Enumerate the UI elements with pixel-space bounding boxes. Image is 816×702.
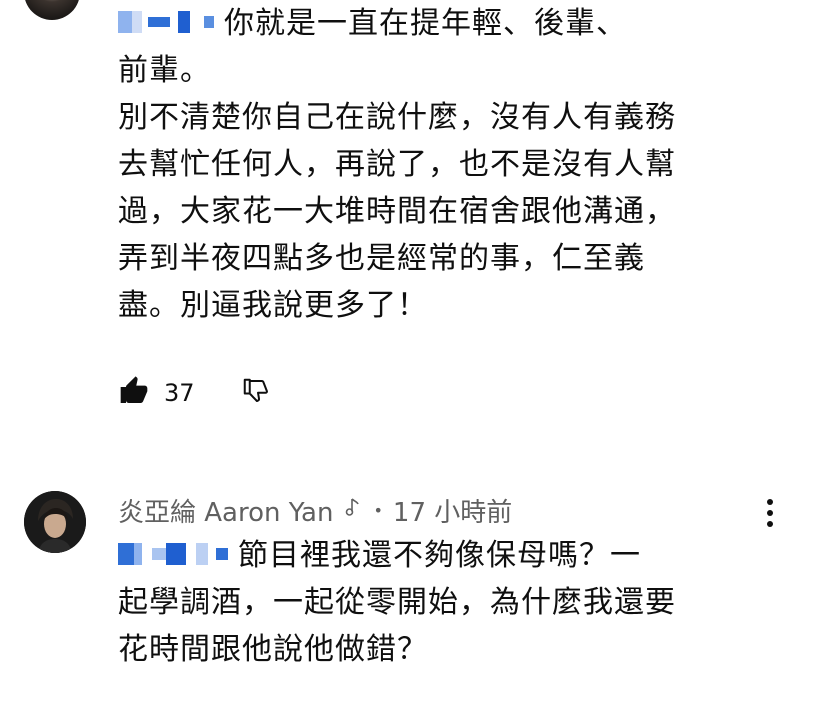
author-avatar[interactable] [24, 491, 86, 553]
blurred-mention[interactable] [118, 10, 214, 33]
comment-line: 前輩。 [118, 53, 211, 88]
comment-line: 別不清楚你自己在說什麼，沒有人有義務 [118, 100, 676, 135]
reply-body: 節目裡我還不夠像保母嗎？一 起學調酒，一起從零開始，為什麼我還要 花時間跟他說他… [118, 532, 768, 673]
thumb-down-outline-icon[interactable] [241, 376, 271, 410]
meta-separator: • [373, 500, 383, 520]
reply-line: 花時間跟他說他做錯？ [118, 632, 428, 667]
thumb-up-filled-icon[interactable] [118, 375, 150, 411]
like-count: 37 [164, 379, 195, 407]
comment-line: 過，大家花一大堆時間在宿舍跟他溝通， [118, 194, 676, 229]
comment-line: 弄到半夜四點多也是經常的事，仁至義 [118, 241, 645, 276]
author-name[interactable]: 炎亞綸 Aaron Yan [118, 492, 333, 529]
comment-line: 去幫忙任何人，再說了，也不是沒有人幫 [118, 147, 676, 182]
commenter-avatar[interactable] [24, 0, 80, 20]
comment-actions: 37 [118, 375, 271, 411]
reply-first-line: 節目裡我還不夠像保母嗎？一 [118, 532, 768, 579]
more-vert-icon[interactable] [758, 495, 782, 531]
comment-body: 你就是一直在提年輕、後輩、 前輩。 別不清楚你自己在說什麼，沒有人有義務 去幫忙… [118, 0, 778, 329]
comment-first-line: 你就是一直在提年輕、後輩、 [118, 0, 778, 47]
blurred-mention[interactable] [118, 542, 228, 565]
timestamp[interactable]: 17 小時前 [393, 492, 512, 529]
comment-meta: 炎亞綸 Aaron Yan • 17 小時前 [118, 490, 512, 530]
reply-line: 節目裡我還不夠像保母嗎？一 [238, 538, 641, 573]
comment-line: 盡。別逼我說更多了！ [118, 288, 428, 323]
music-note-icon [343, 495, 363, 525]
reply-line: 起學調酒，一起從零開始，為什麼我還要 [118, 585, 676, 620]
comment-line: 你就是一直在提年輕、後輩、 [224, 6, 627, 41]
